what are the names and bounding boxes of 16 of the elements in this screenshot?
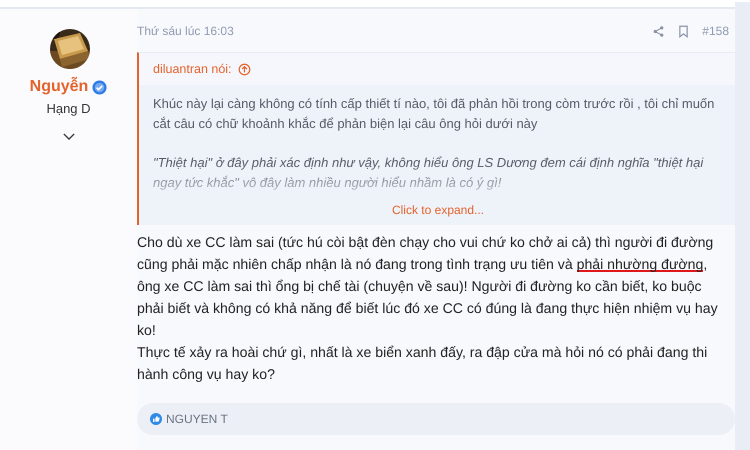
quote-author[interactable]: diluantran nói:	[153, 62, 232, 76]
post-text: Cho dù xe CC làm sai (tức hú còi bật đèn chạy cho vui chứ ko chở ai cả) thì người đi đường cũng phải mặc nhiên chấp nhận là nó đang trong tình trạng ưu tiên và phải nhường đường, ông xe CC làm sai thì ổng bị chế tài (chuyện về sau)! Người đi đường ko cần biết, ko buộc phải biết và không có khả năng để biết lúc đó xe CC có đúng là đang thực hiện nhiệm vụ hay ko!	[137, 233, 719, 340]
quote-text: Khúc này lại càng không có tính cấp thiết tí nào, tôi đã phản hồi trong còm trước rồi , tôi chỉ muốn cắt câu có chữ khoảnh khắc để phản biện lại câu ông hỏi dưới này	[153, 95, 716, 133]
post-number[interactable]: #158	[702, 24, 729, 38]
post-time[interactable]: Thứ sáu lúc 16:03	[137, 24, 234, 38]
expand-link[interactable]: Click to expand...	[392, 203, 484, 217]
post-text: Thực tế xảy ra hoài chứ gì, nhất là xe biển xanh đấy, ra đập cửa mà hỏi nó có phải đang thi hành công vụ hay ko?	[137, 343, 708, 384]
username[interactable]: Nguyễn	[30, 78, 88, 96]
user-rank: Hạng D	[46, 101, 91, 116]
quote-text: "Thiệt hại" ở đây phải xác định như vậy, không hiểu ông LS Dương đem cái định nghĩa "thiệt hại ngay tức khắc" vô đây làm nhiều người hiểu nhầm là có ý gì!	[153, 154, 704, 192]
arrow-up-circle-icon[interactable]	[238, 62, 251, 76]
bookmark-icon[interactable]	[677, 24, 690, 38]
share-icon[interactable]	[652, 24, 666, 38]
thumbs-up-icon[interactable]	[150, 413, 162, 425]
chevron-down-icon[interactable]	[62, 133, 74, 140]
reaction-users[interactable]: NGUYEN T	[166, 412, 228, 426]
